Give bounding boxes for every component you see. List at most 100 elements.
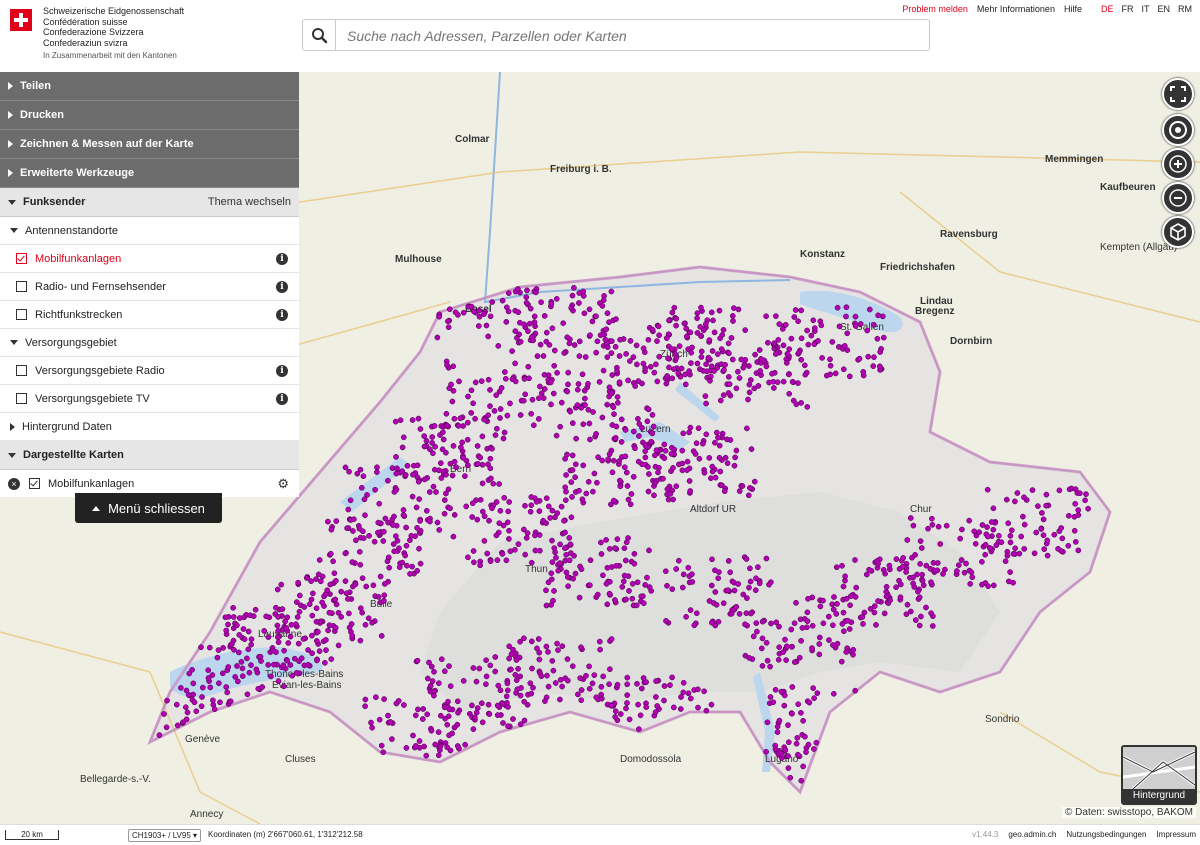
antenna-point[interactable] [473, 678, 480, 685]
antenna-point[interactable] [904, 601, 911, 608]
antenna-point[interactable] [954, 568, 960, 574]
antenna-point[interactable] [573, 435, 579, 442]
antenna-point[interactable] [701, 469, 708, 476]
antenna-point[interactable] [740, 364, 747, 371]
antenna-point[interactable] [349, 559, 356, 565]
antenna-point[interactable] [505, 723, 511, 730]
layer-radio-links[interactable]: Richtfunkstrecken i [0, 301, 299, 329]
antenna-point[interactable] [414, 525, 420, 531]
report-problem-link[interactable]: Problem melden [902, 4, 968, 14]
antenna-point[interactable] [712, 439, 718, 446]
antenna-point[interactable] [796, 654, 803, 661]
antenna-point[interactable] [923, 604, 929, 611]
antenna-point[interactable] [247, 612, 253, 619]
antenna-point[interactable] [483, 681, 489, 688]
antenna-point[interactable] [876, 363, 883, 370]
antenna-point[interactable] [328, 656, 335, 662]
antenna-point[interactable] [317, 578, 324, 585]
antenna-point[interactable] [564, 656, 571, 662]
antenna-point[interactable] [496, 481, 502, 487]
antenna-point[interactable] [624, 483, 631, 489]
antenna-point[interactable] [804, 618, 811, 625]
antenna-point[interactable] [549, 559, 556, 565]
antenna-point[interactable] [841, 628, 847, 635]
info-icon[interactable]: i [276, 252, 288, 265]
antenna-point[interactable] [451, 415, 458, 422]
antenna-point[interactable] [671, 304, 678, 311]
antenna-point[interactable] [576, 594, 583, 601]
antenna-point[interactable] [313, 618, 320, 625]
antenna-point[interactable] [330, 558, 336, 565]
antenna-point[interactable] [774, 723, 781, 730]
antenna-point[interactable] [751, 478, 758, 485]
antenna-point[interactable] [808, 332, 815, 339]
antenna-point[interactable] [748, 446, 755, 452]
antenna-point[interactable] [930, 559, 937, 566]
antenna-point[interactable] [253, 666, 260, 673]
antenna-point[interactable] [843, 313, 849, 320]
antenna-point[interactable] [244, 655, 250, 662]
antenna-point[interactable] [718, 346, 725, 352]
antenna-point[interactable] [784, 351, 791, 357]
antenna-point[interactable] [764, 657, 771, 664]
antenna-point[interactable] [1020, 513, 1026, 520]
antenna-point[interactable] [564, 451, 570, 458]
antenna-point[interactable] [680, 571, 687, 578]
antenna-point[interactable] [223, 627, 230, 634]
antenna-point[interactable] [789, 710, 795, 717]
antenna-point[interactable] [606, 451, 613, 457]
antenna-point[interactable] [500, 435, 507, 442]
antenna-point[interactable] [719, 332, 726, 338]
antenna-point[interactable] [342, 578, 349, 584]
antenna-point[interactable] [326, 622, 333, 629]
antenna-point[interactable] [716, 307, 723, 314]
antenna-point[interactable] [766, 379, 772, 386]
antenna-point[interactable] [281, 647, 287, 654]
antenna-point[interactable] [598, 691, 605, 698]
antenna-point[interactable] [600, 297, 607, 304]
antenna-point[interactable] [504, 699, 510, 706]
antenna-point[interactable] [223, 684, 230, 690]
antenna-point[interactable] [507, 400, 513, 407]
antenna-point[interactable] [412, 712, 419, 719]
antenna-point[interactable] [265, 662, 272, 668]
antenna-point[interactable] [612, 545, 618, 551]
antenna-point[interactable] [444, 422, 450, 429]
antenna-point[interactable] [728, 335, 735, 341]
antenna-point[interactable] [471, 559, 477, 566]
antenna-point[interactable] [555, 567, 562, 574]
antenna-point[interactable] [586, 663, 592, 670]
antenna-point[interactable] [450, 533, 457, 540]
antenna-point[interactable] [675, 557, 682, 564]
antenna-point[interactable] [351, 516, 357, 523]
layer-checkbox[interactable] [16, 309, 27, 320]
antenna-point[interactable] [1059, 535, 1066, 542]
antenna-point[interactable] [606, 319, 612, 326]
antenna-point[interactable] [375, 519, 382, 526]
antenna-point[interactable] [688, 349, 695, 356]
antenna-point[interactable] [735, 306, 742, 313]
antenna-point[interactable] [612, 434, 619, 441]
antenna-point[interactable] [300, 636, 307, 642]
antenna-point[interactable] [540, 353, 547, 359]
antenna-point[interactable] [600, 572, 606, 579]
antenna-point[interactable] [826, 637, 832, 643]
antenna-point[interactable] [352, 581, 359, 588]
antenna-point[interactable] [211, 706, 218, 713]
antenna-point[interactable] [850, 651, 856, 658]
antenna-point[interactable] [538, 299, 544, 306]
antenna-point[interactable] [618, 416, 625, 423]
antenna-point[interactable] [428, 663, 435, 670]
antenna-point[interactable] [979, 522, 986, 528]
antenna-point[interactable] [799, 625, 806, 631]
antenna-point[interactable] [730, 318, 736, 324]
antenna-point[interactable] [420, 706, 427, 712]
antenna-point[interactable] [475, 461, 481, 467]
antenna-point[interactable] [453, 464, 459, 470]
antenna-point[interactable] [751, 385, 758, 392]
antenna-point[interactable] [697, 366, 703, 373]
antenna-point[interactable] [856, 355, 863, 362]
antenna-point[interactable] [443, 410, 450, 417]
antenna-point[interactable] [444, 744, 451, 751]
antenna-point[interactable] [813, 739, 820, 746]
